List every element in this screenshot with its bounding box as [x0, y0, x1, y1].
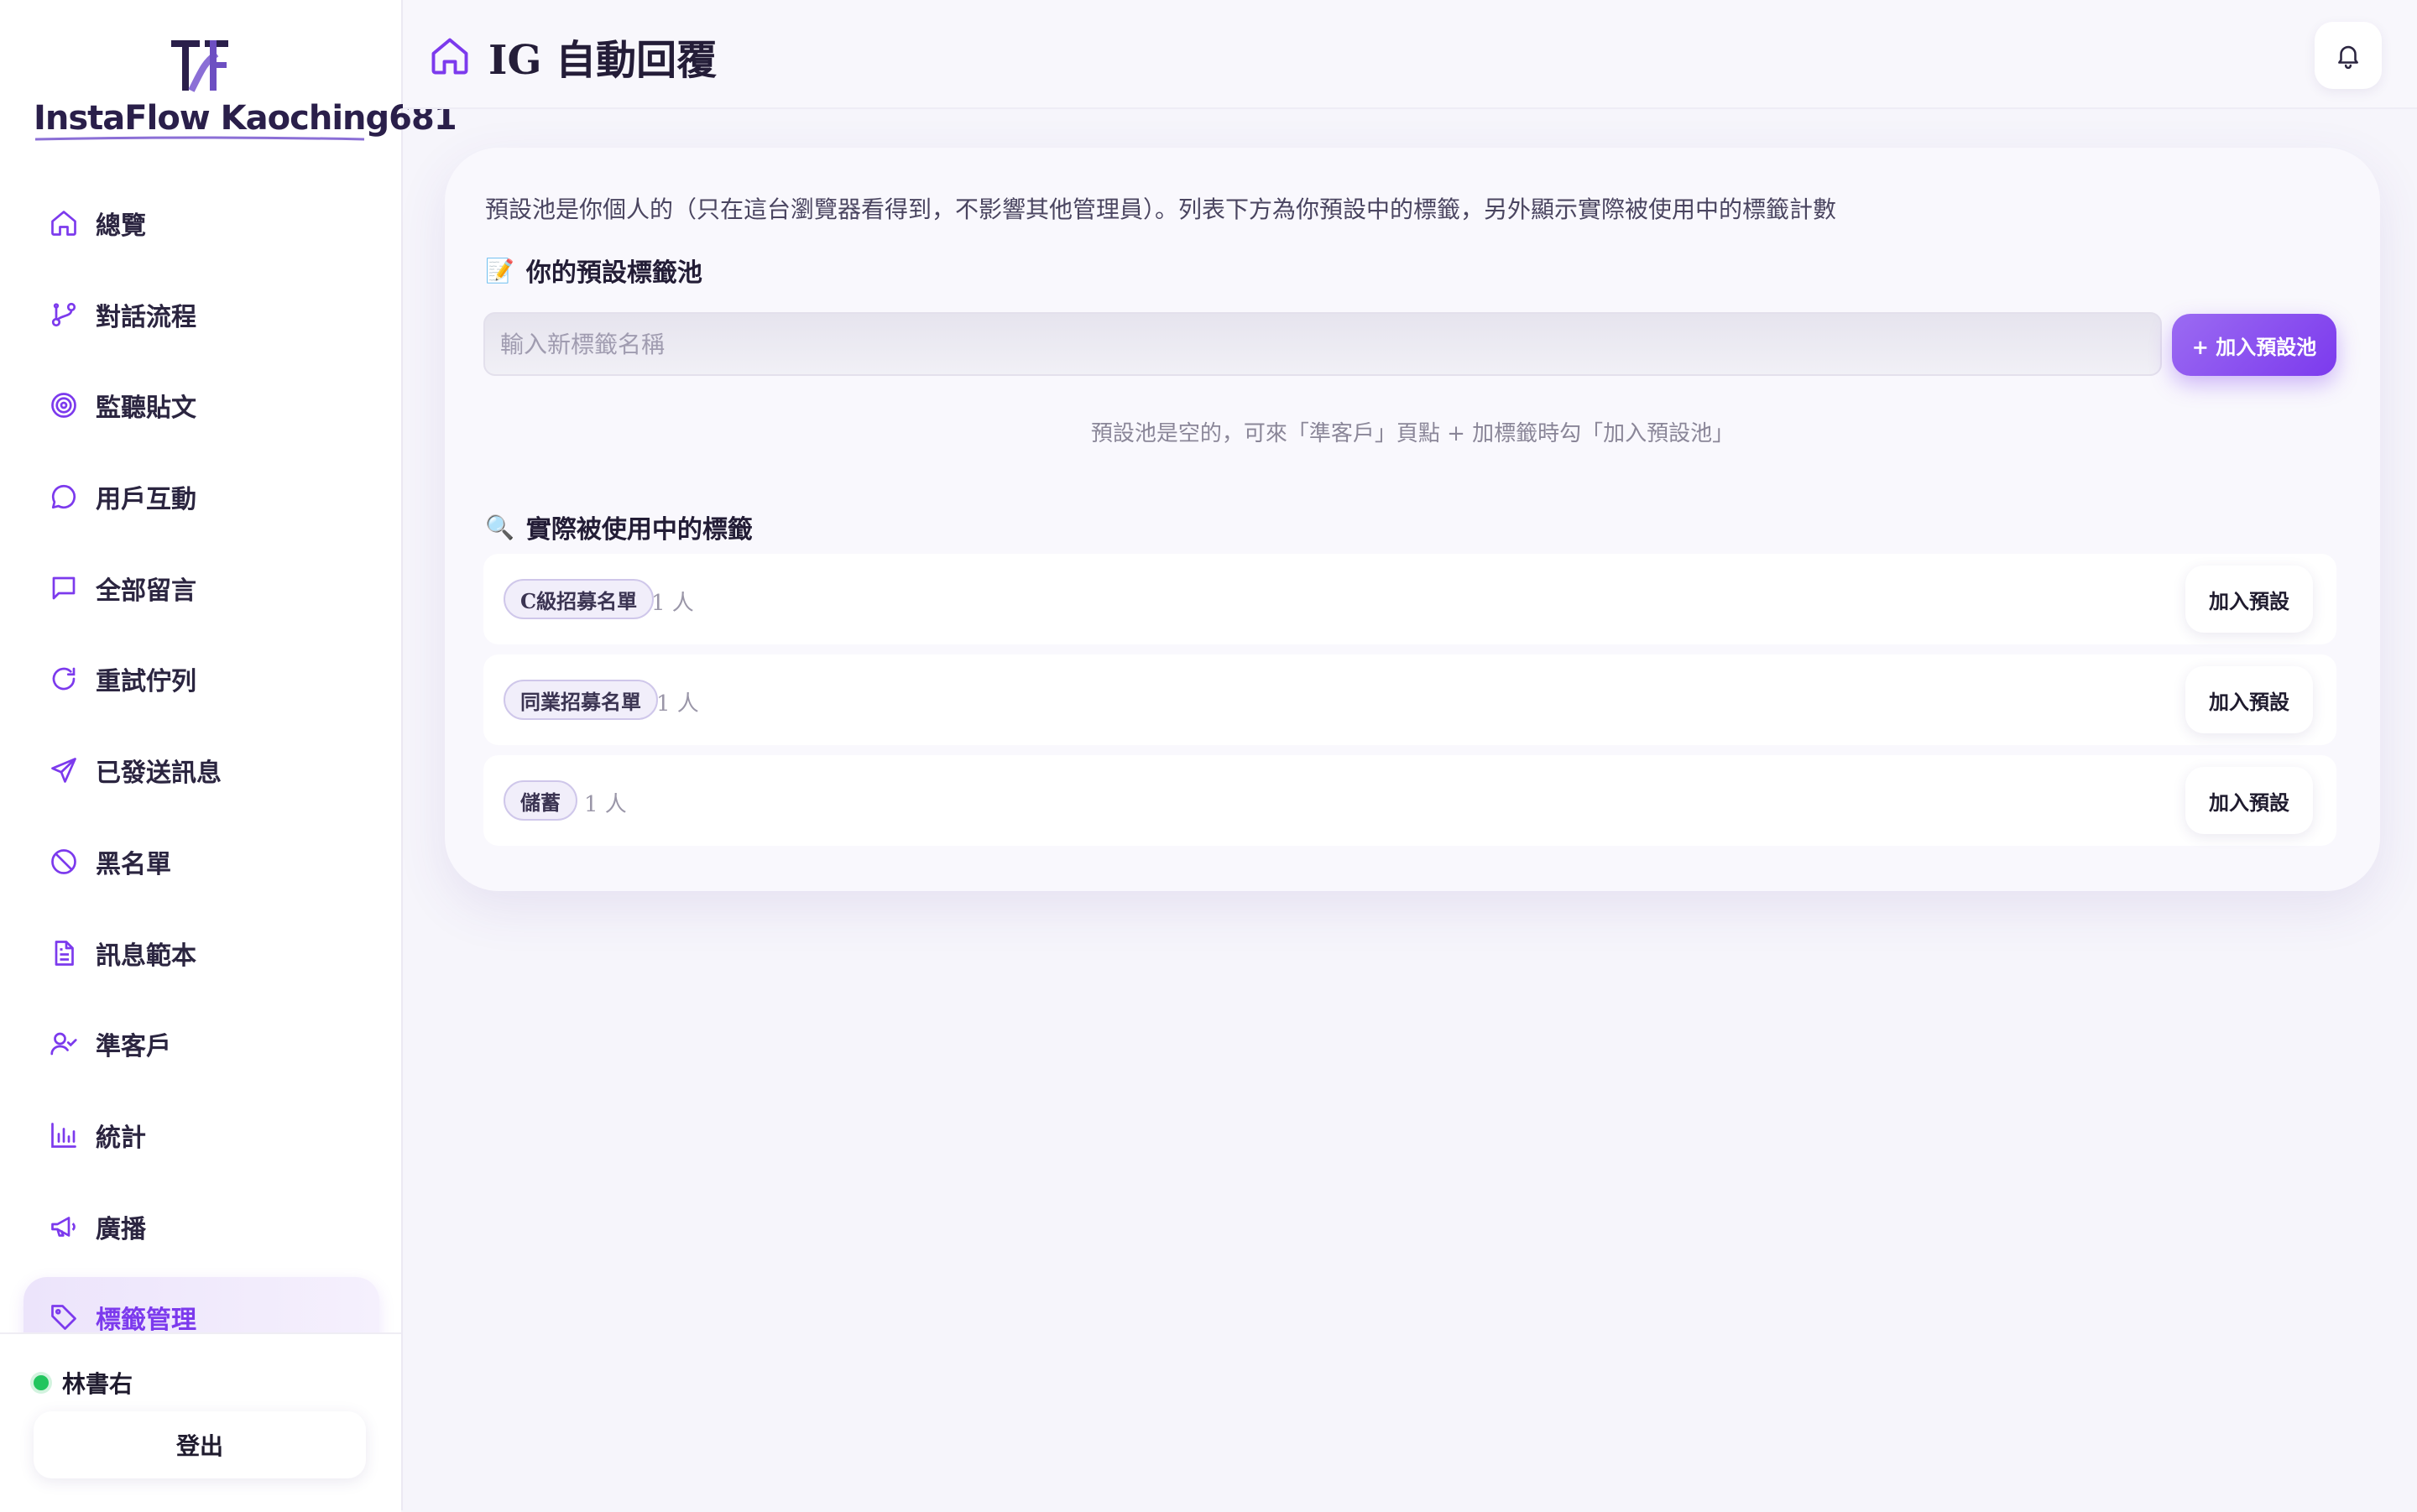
- user-name: 林書右: [62, 1370, 133, 1398]
- tag-chip: C級招募名單: [504, 579, 655, 619]
- magnifier-icon: 🔍: [485, 513, 514, 541]
- sidebar-item-label: 準客戶: [96, 1032, 171, 1062]
- add-to-preset-pool-button[interactable]: + 加入預設池: [2172, 314, 2336, 376]
- user-check-icon: [50, 1032, 77, 1056]
- memo-icon: 📝: [485, 256, 514, 284]
- sidebar-item-prospects[interactable]: 準客戶: [23, 1004, 379, 1084]
- add-to-preset-button[interactable]: 加入預設: [2185, 767, 2313, 834]
- home-icon: [431, 38, 468, 75]
- top-header: IG 自動回覆: [403, 0, 2417, 109]
- sidebar-item-label: 標籤管理: [96, 1306, 196, 1336]
- sidebar-item-label: 黑名單: [96, 849, 171, 879]
- sidebar: InstaFlow Kaoching681 總覽 對話流程 監聽貼文 用戶互動 …: [0, 0, 457, 1512]
- preset-pool-heading: 📝 你的預設標籤池: [485, 252, 702, 289]
- tag-management-card: 預設池是你個人的（只在這台瀏覽器看得到，不影響其他管理員）。列表下方為你預設中的…: [445, 148, 2380, 891]
- sidebar-item-overview[interactable]: 總覽: [23, 183, 379, 263]
- tag-usage-count: 1 人: [656, 691, 699, 717]
- sidebar-item-broadcast[interactable]: 廣播: [23, 1186, 379, 1267]
- sidebar-item-all-comments[interactable]: 全部留言: [23, 548, 379, 628]
- sidebar-item-flows[interactable]: 對話流程: [23, 274, 379, 355]
- sidebar-footer: 林書右 登出: [0, 1332, 401, 1512]
- sidebar-item-user-interactions[interactable]: 用戶互動: [23, 456, 379, 537]
- brand-logo-icon: [171, 40, 228, 92]
- add-to-preset-button[interactable]: 加入預設: [2185, 566, 2313, 633]
- bar-chart-icon: [51, 1123, 76, 1148]
- ban-icon: [51, 848, 76, 874]
- current-user: 林書右: [34, 1366, 133, 1400]
- tag-usage-count: 1 人: [651, 591, 694, 616]
- tag-chip: 同業招募名單: [504, 680, 658, 720]
- sidebar-item-label: 全部留言: [96, 576, 196, 606]
- sidebar-item-label: 對話流程: [96, 302, 196, 332]
- sidebar-item-label: 已發送訊息: [96, 759, 222, 789]
- used-tags-title: 實際被使用中的標籤: [525, 515, 753, 545]
- sidebar-item-retry-queue[interactable]: 重試佇列: [23, 639, 379, 719]
- notifications-button[interactable]: [2315, 22, 2382, 89]
- sidebar-nav: 總覽 對話流程 監聽貼文 用戶互動 全部留言 重試佇列 已發送訊息 黑名單 訊息…: [23, 183, 379, 1369]
- file-text-icon: [55, 940, 74, 966]
- sidebar-item-blacklist[interactable]: 黑名單: [23, 821, 379, 902]
- sidebar-item-label: 總覽: [96, 211, 146, 241]
- sidebar-item-monitor-posts[interactable]: 監聽貼文: [23, 365, 379, 446]
- page-title: IG 自動回覆: [488, 37, 718, 84]
- sidebar-item-templates[interactable]: 訊息範本: [23, 913, 379, 993]
- megaphone-icon: [51, 1216, 76, 1237]
- sidebar-item-label: 訊息範本: [96, 941, 196, 971]
- logout-button[interactable]: 登出: [34, 1411, 366, 1478]
- tag-usage-count: 1 人: [584, 792, 627, 817]
- bell-icon: [2338, 45, 2358, 70]
- page-description: 預設池是你個人的（只在這台瀏覽器看得到，不影響其他管理員）。列表下方為你預設中的…: [485, 196, 1837, 223]
- empty-pool-message: 預設池是空的，可來「準客戶」頁點 + 加標籤時勾「加入預設池」: [1090, 421, 1735, 446]
- git-branch-icon: [51, 302, 76, 326]
- sidebar-item-label: 監聽貼文: [96, 394, 196, 424]
- used-tags-heading: 🔍 實際被使用中的標籤: [485, 508, 753, 545]
- message-square-icon: [52, 576, 76, 600]
- page-title-group: IG 自動回覆: [428, 27, 717, 86]
- used-tag-row: 同業招募名單 1 人 加入預設: [483, 654, 2336, 745]
- sidebar-item-label: 用戶互動: [96, 485, 196, 515]
- tag-chip: 儲蓄: [504, 780, 577, 821]
- sidebar-item-sent-messages[interactable]: 已發送訊息: [23, 730, 379, 811]
- online-status-dot: [34, 1375, 49, 1390]
- brand-underline: [34, 136, 365, 141]
- preset-pool-title: 你的預設標籤池: [525, 258, 702, 288]
- sidebar-item-label: 統計: [96, 1123, 146, 1153]
- sidebar-item-label: 廣播: [96, 1214, 146, 1244]
- refresh-icon: [52, 668, 76, 691]
- new-tag-input[interactable]: [483, 312, 2162, 376]
- used-tag-row: 儲蓄 1 人 加入預設: [483, 755, 2336, 846]
- chat-bubble-icon: [51, 484, 76, 509]
- target-icon: [51, 393, 76, 419]
- sidebar-item-label: 重試佇列: [96, 667, 196, 697]
- brand-name: InstaFlow Kaoching681: [34, 99, 457, 138]
- home-icon: [51, 211, 76, 236]
- tag-icon: [51, 1305, 76, 1331]
- add-to-preset-button[interactable]: 加入預設: [2185, 666, 2313, 733]
- used-tag-row: C級招募名單 1 人 加入預設: [483, 554, 2336, 644]
- send-icon: [51, 758, 76, 783]
- sidebar-item-statistics[interactable]: 統計: [23, 1095, 379, 1176]
